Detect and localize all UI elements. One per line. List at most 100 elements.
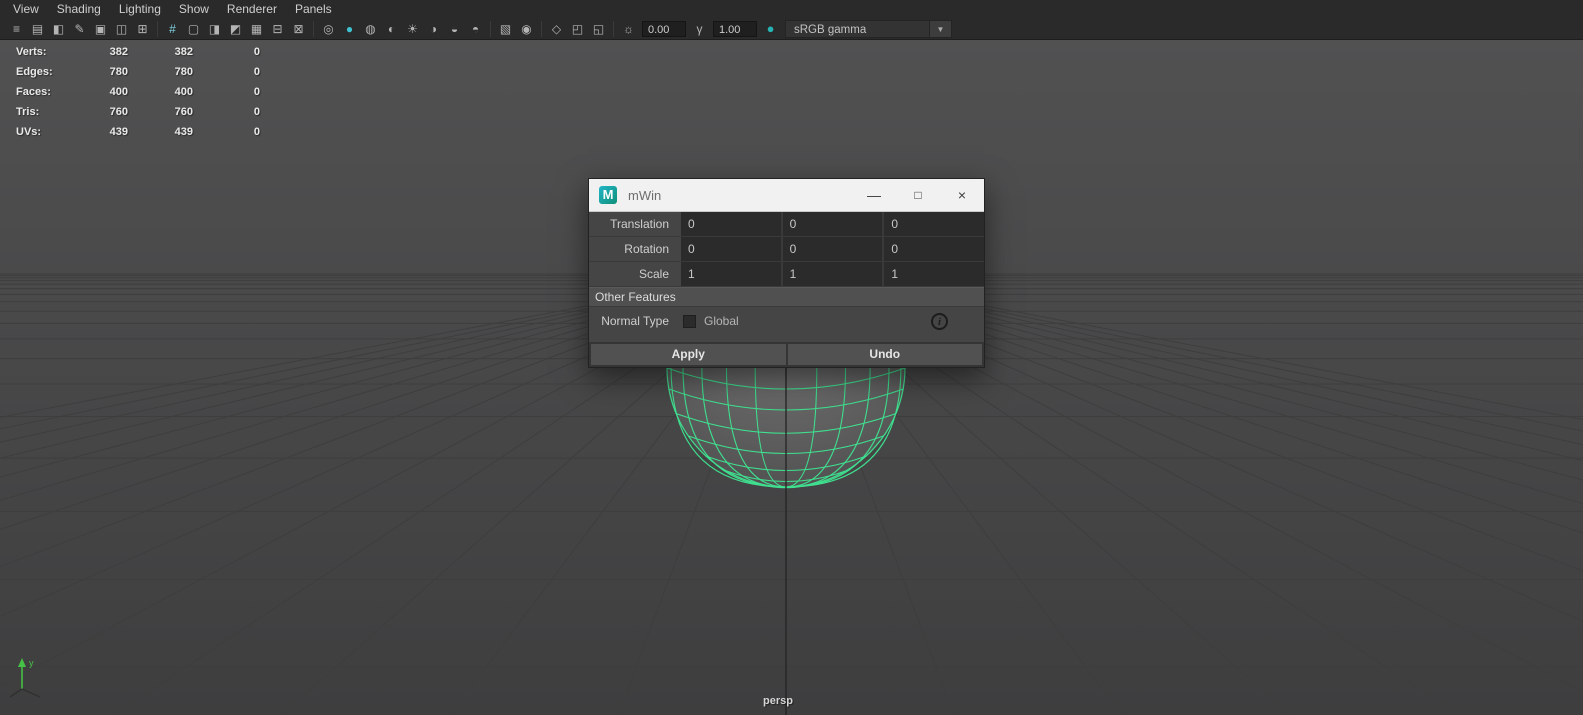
rotation-z-field[interactable]: 0 (884, 237, 985, 261)
isolate-select-icon[interactable]: ◇ (546, 19, 567, 39)
image-plane-icon[interactable]: ◫ (111, 19, 132, 39)
rotation-x-field[interactable]: 0 (681, 237, 781, 261)
translation-x-field[interactable]: 0 (681, 212, 781, 236)
screen-space-ao-icon[interactable]: ◒ (444, 19, 465, 39)
camera-lock-icon[interactable]: ◧ (48, 19, 69, 39)
panel-toolbar: ≡ ▤ ◧ ✎ ▣ ◫ ⊞ # ▢ ◨ ◩ ▦ ⊟ ⊠ ◎ ● ◍ ◐ ☀ ◑ ◒ ◓ ▧ ◉ ◇ ◰ ◱ ☼ 0.00 γ 1.0… (0, 18, 1583, 40)
maya-logo-icon: M (599, 186, 617, 204)
other-features-header[interactable]: Other Features (589, 287, 984, 307)
scene-render-icon[interactable]: ◱ (588, 19, 609, 39)
hud-value: 0 (253, 106, 260, 118)
view-transform-dropdown[interactable]: sRGB gamma (785, 19, 930, 38)
hud-value: 760 (109, 106, 128, 118)
normal-type-checkbox[interactable] (683, 314, 696, 328)
menu-shading[interactable]: Shading (48, 0, 110, 18)
snapshot-icon[interactable]: ◰ (567, 19, 588, 39)
dialog-title: mWin (628, 187, 662, 203)
grid-icon[interactable]: # (162, 19, 183, 39)
dialog-body: Translation 0 0 0 Rotation 0 0 0 Scale 1… (589, 212, 985, 367)
film-gate-icon[interactable]: ▢ (183, 19, 204, 39)
menu-view[interactable]: View (4, 0, 48, 18)
maximize-icon[interactable]: □ (896, 179, 940, 212)
bounding-box-icon[interactable]: ◍ (360, 19, 381, 39)
gamma-field[interactable]: 1.00 (713, 20, 757, 37)
hud-label: Edges: (16, 66, 53, 78)
hud-value: 0 (253, 126, 260, 138)
minimize-icon[interactable]: — (852, 179, 896, 212)
info-icon[interactable]: i (931, 312, 948, 330)
smooth-shade-icon[interactable]: ● (339, 19, 360, 39)
textured-icon[interactable]: ◐ (381, 19, 402, 39)
heads-up-display: Verts: 382 382 0 Edges: 780 780 0 Faces:… (16, 42, 260, 142)
apply-button[interactable]: Apply (591, 344, 786, 365)
hud-value: 382 (174, 46, 193, 58)
field-chart-icon[interactable]: ▦ (246, 19, 267, 39)
use-all-lights-icon[interactable]: ☀ (402, 19, 423, 39)
xray-icon[interactable]: ▧ (495, 19, 516, 39)
dropdown-arrow-icon[interactable]: ▼ (930, 19, 952, 38)
menu-panels[interactable]: Panels (286, 0, 341, 18)
translation-label: Translation (610, 217, 669, 231)
normal-type-label: Normal Type (601, 314, 669, 328)
close-icon[interactable]: × (940, 179, 984, 212)
hud-value: 439 (109, 126, 128, 138)
scale-y-field[interactable]: 1 (782, 262, 883, 286)
safe-action-icon[interactable]: ⊟ (267, 19, 288, 39)
hud-value: 0 (253, 86, 260, 98)
gate-mask-icon[interactable]: ◩ (225, 19, 246, 39)
dialog-button-bar: Apply Undo (589, 342, 984, 367)
window-controls: — □ × (852, 179, 984, 212)
hud-value: 0 (253, 66, 260, 78)
toolbar-separator (313, 20, 314, 37)
shadows-icon[interactable]: ◑ (423, 19, 444, 39)
menu-show[interactable]: Show (170, 0, 218, 18)
mwin-dialog: M mWin — □ × Translation 0 0 0 Rotation … (588, 178, 985, 368)
hud-label: Tris: (16, 106, 40, 118)
exposure-icon[interactable]: ☼ (618, 19, 639, 39)
camera-select-icon[interactable]: ▤ (27, 19, 48, 39)
wireframe-icon[interactable]: ◎ (318, 19, 339, 39)
scale-x-field[interactable]: 1 (681, 262, 781, 286)
menu-lighting[interactable]: Lighting (110, 0, 170, 18)
hud-label: Verts: (16, 46, 47, 58)
hud-value: 400 (109, 86, 128, 98)
normal-type-row: Normal Type Global i (589, 307, 984, 335)
panel-menu-bar: View Shading Lighting Show Renderer Pane… (0, 0, 1583, 18)
exposure-field[interactable]: 0.00 (642, 20, 686, 37)
toolbar-icons: ≡ ▤ ◧ ✎ ▣ ◫ ⊞ # ▢ ◨ ◩ ▦ ⊟ ⊠ ◎ ● ◍ ◐ ☀ ◑ ◒ ◓ ▧ ◉ ◇ ◰ ◱ (6, 19, 618, 39)
y-axis-arrow-icon (18, 658, 26, 667)
hud-value: 780 (109, 66, 128, 78)
translation-y-field[interactable]: 0 (782, 212, 883, 236)
scale-row: Scale 1 1 1 (589, 262, 985, 287)
hud-value: 382 (109, 46, 128, 58)
toolbar-separator (541, 20, 542, 37)
menu-renderer[interactable]: Renderer (218, 0, 286, 18)
translation-z-field[interactable]: 0 (884, 212, 985, 236)
hud-value: 0 (253, 46, 260, 58)
panel-menu-icon[interactable]: ≡ (6, 19, 27, 39)
view-axis-gizmo: y (9, 658, 41, 698)
rotation-label: Rotation (624, 242, 669, 256)
normal-type-value: Global (704, 314, 739, 328)
scale-label: Scale (638, 267, 669, 281)
maya-viewport-window: View Shading Lighting Show Renderer Pane… (0, 0, 1583, 715)
motion-blur-icon[interactable]: ◓ (465, 19, 486, 39)
rotation-y-field[interactable]: 0 (782, 237, 883, 261)
pan-zoom-icon[interactable]: ⊞ (132, 19, 153, 39)
hud-label: UVs: (16, 126, 42, 138)
hud-value: 400 (174, 86, 193, 98)
translation-row: Translation 0 0 0 (589, 212, 985, 237)
hud-value: 760 (174, 106, 193, 118)
wireframe-on-shaded-icon[interactable]: ◉ (516, 19, 537, 39)
gamma-icon[interactable]: γ (689, 19, 710, 39)
undo-button[interactable]: Undo (787, 344, 982, 365)
color-management-icon[interactable]: ● (760, 19, 781, 39)
safe-title-icon[interactable]: ⊠ (288, 19, 309, 39)
dialog-titlebar[interactable]: M mWin — □ × (589, 179, 984, 212)
viewport-persp[interactable]: Verts: 382 382 0 Edges: 780 780 0 Faces:… (0, 40, 1583, 715)
camera-attributes-icon[interactable]: ✎ (69, 19, 90, 39)
resolution-gate-icon[interactable]: ◨ (204, 19, 225, 39)
bookmarks-icon[interactable]: ▣ (90, 19, 111, 39)
y-axis-label: y (29, 658, 34, 668)
scale-z-field[interactable]: 1 (884, 262, 985, 286)
